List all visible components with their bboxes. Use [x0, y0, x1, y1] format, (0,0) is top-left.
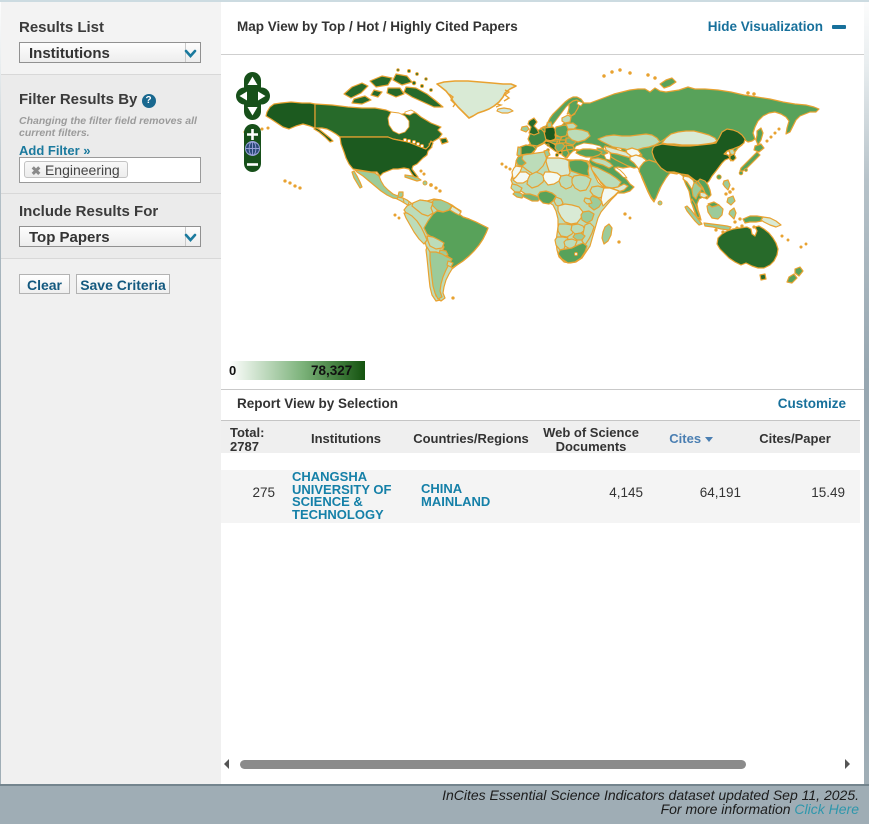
svg-text:78,327: 78,327: [311, 363, 352, 378]
svg-text:0: 0: [229, 363, 236, 378]
